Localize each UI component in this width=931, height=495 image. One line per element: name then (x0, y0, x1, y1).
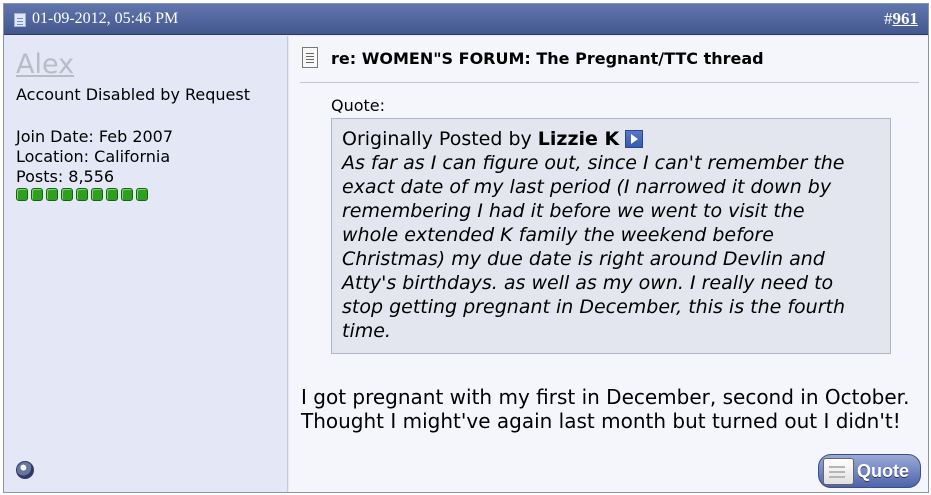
post-number-container: #961 (884, 10, 918, 28)
reputation-dot (106, 188, 118, 201)
quote-box: Originally Posted by Lizzie K As far as … (331, 118, 891, 354)
user-title: Account Disabled by Request (16, 85, 250, 104)
post-content-panel: re: WOMEN"S FORUM: The Pregnant/TTC thre… (289, 36, 928, 492)
user-details: Join Date: Feb 2007 Location: California… (16, 127, 173, 187)
reputation-dot (61, 188, 73, 201)
reputation-dot (91, 188, 103, 201)
forum-post: 01-09-2012, 05:46 PM #961 Alex Account D… (3, 3, 929, 493)
post-number-prefix: # (884, 9, 893, 28)
quote-icon (823, 458, 854, 485)
user-info-panel: Alex Account Disabled by Request Join Da… (4, 36, 288, 492)
reputation-dot (121, 188, 133, 201)
message-body: I got pregnant with my first in December… (301, 385, 910, 433)
reputation-dot (16, 188, 28, 201)
join-date: Join Date: Feb 2007 (16, 127, 174, 146)
reputation-dot (31, 188, 43, 201)
quote-author: Lizzie K (537, 128, 620, 150)
post-title: re: WOMEN"S FORUM: The Pregnant/TTC thre… (331, 49, 764, 68)
document-icon (302, 47, 318, 68)
quote-label: Quote: (331, 96, 386, 115)
reputation-bar (16, 188, 148, 201)
post-date: 01-09-2012, 05:46 PM (32, 10, 179, 27)
reputation-dot (136, 188, 148, 201)
offline-status-icon (16, 461, 34, 479)
view-post-icon[interactable] (625, 130, 644, 148)
reputation-dot (76, 188, 88, 201)
location: Location: California (16, 147, 171, 166)
post-count: Posts: 8,556 (16, 167, 115, 186)
quote-author-line: Originally Posted by Lizzie K (342, 127, 880, 151)
quote-prefix: Originally Posted by (342, 128, 532, 150)
title-divider (300, 82, 919, 83)
post-icon (14, 13, 26, 27)
post-header: 01-09-2012, 05:46 PM #961 (4, 4, 928, 35)
reputation-dot (46, 188, 58, 201)
username-link[interactable]: Alex (16, 50, 74, 80)
quote-button[interactable]: Quote (818, 454, 921, 488)
post-number-link[interactable]: 961 (893, 9, 919, 28)
quote-text: As far as I can figure out, since I can'… (342, 152, 846, 342)
quote-button-label: Quote (857, 461, 909, 481)
